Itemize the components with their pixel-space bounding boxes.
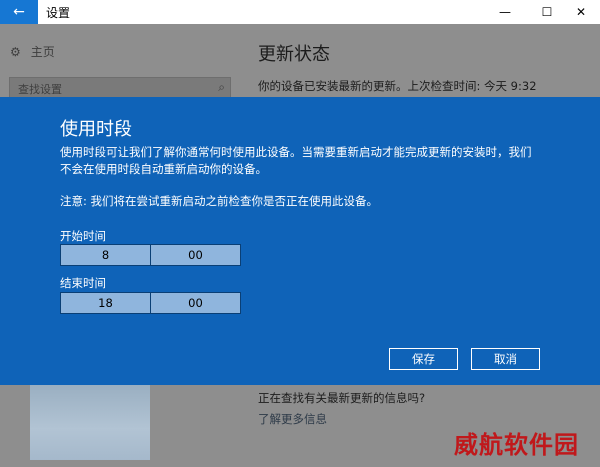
search-placeholder: 查找设置 [18, 83, 62, 96]
minimize-icon: — [499, 5, 511, 19]
search-input[interactable]: 查找设置 ⌕ [9, 77, 231, 99]
search-icon: ⌕ [218, 80, 225, 94]
cancel-button[interactable]: 取消 [471, 348, 540, 370]
end-hour[interactable]: 18 [61, 293, 150, 313]
dialog-note: 注意: 我们将在尝试重新启动之前检查你是否正在使用此设备。 [60, 194, 379, 208]
active-hours-dialog: 使用时段 使用时段可让我们了解你通常何时使用此设备。当需要重新启动才能完成更新的… [0, 97, 600, 385]
learn-more-link[interactable]: 了解更多信息 [258, 411, 327, 427]
minimize-button[interactable]: — [486, 0, 524, 24]
nav-home-label: 主页 [30, 45, 55, 59]
nav-home[interactable]: ⚙ 主页 [10, 43, 55, 60]
back-button[interactable]: ← [0, 0, 38, 24]
info-question: 正在查找有关最新更新的信息吗? [258, 391, 426, 405]
background-thumbnail [30, 382, 150, 460]
end-time-label: 结束时间 [60, 276, 106, 290]
title-bar: ← 设置 — ☐ ✕ [0, 0, 600, 24]
watermark-logo: 威航软件园 [454, 430, 579, 459]
start-hour[interactable]: 8 [61, 245, 150, 265]
update-status-text: 你的设备已安装最新的更新。上次检查时间: 今天 9:32 [258, 79, 537, 93]
maximize-button[interactable]: ☐ [528, 0, 566, 24]
close-button[interactable]: ✕ [562, 0, 600, 24]
page-title: 更新状态 [258, 44, 330, 65]
save-button[interactable]: 保存 [389, 348, 458, 370]
start-time-label: 开始时间 [60, 229, 106, 243]
dialog-description: 使用时段可让我们了解你通常何时使用此设备。当需要重新启动才能完成更新的安装时，我… [60, 145, 532, 176]
start-time-picker[interactable]: 8 00 [60, 244, 241, 266]
end-minute[interactable]: 00 [150, 293, 240, 313]
end-time-picker[interactable]: 18 00 [60, 292, 241, 314]
gear-icon: ⚙ [10, 44, 21, 59]
window-title: 设置 [46, 6, 71, 20]
maximize-icon: ☐ [541, 5, 553, 19]
close-icon: ✕ [575, 5, 587, 19]
back-arrow-icon: ← [13, 4, 25, 20]
start-minute[interactable]: 00 [150, 245, 240, 265]
dialog-title: 使用时段 [60, 119, 132, 140]
